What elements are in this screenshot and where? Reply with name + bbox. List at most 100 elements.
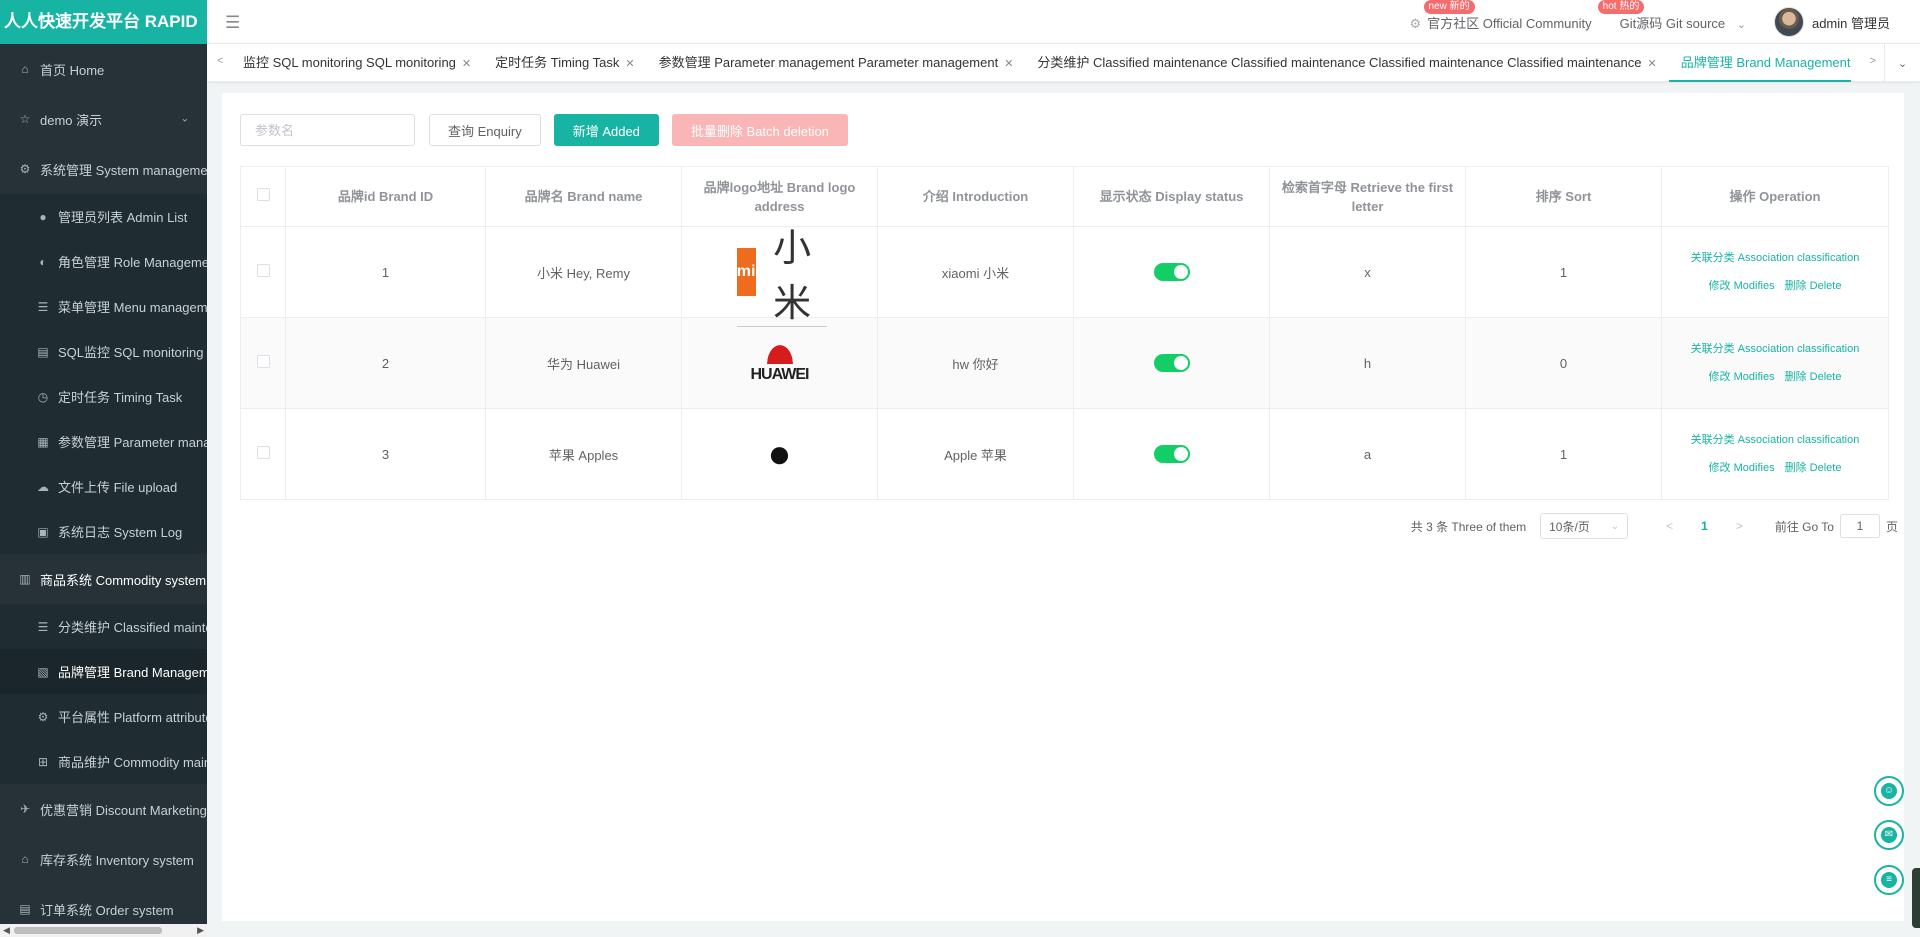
scrollbar-thumb[interactable] bbox=[14, 927, 162, 934]
tab-label: 参数管理 Parameter management Parameter mana… bbox=[658, 55, 999, 70]
column-header[interactable]: 操作 Operation bbox=[1661, 166, 1889, 227]
user-name: admin 管理员 bbox=[1811, 15, 1890, 31]
next-page-icon[interactable]: > bbox=[1736, 519, 1743, 533]
select-all-checkbox[interactable] bbox=[256, 188, 270, 201]
goto-prefix: 前往 Go To bbox=[1774, 519, 1834, 534]
sidebar-item[interactable]: ◷ 定时任务 Timing Task bbox=[0, 374, 207, 419]
current-page[interactable]: 1 bbox=[1701, 519, 1708, 533]
sidebar-item[interactable]: ▤ SQL监控 SQL monitoring bbox=[0, 329, 207, 374]
new-badge: new 新的 bbox=[1423, 0, 1475, 14]
clock-icon: ◷ bbox=[37, 389, 49, 404]
close-icon[interactable]: ✕ bbox=[625, 58, 634, 70]
sql-icon: ▤ bbox=[37, 344, 49, 359]
sidebar-item[interactable]: ☰ 菜单管理 Menu management bbox=[0, 284, 207, 329]
association-classification-link[interactable]: 关联分类 Association classification bbox=[1691, 434, 1860, 446]
column-header[interactable]: 显示状态 Display status bbox=[1073, 166, 1270, 227]
gear-icon: ⚙ bbox=[1409, 15, 1422, 31]
tab[interactable]: 定时任务 Timing Task ✕ bbox=[483, 44, 646, 82]
sidebar-item-label: 商品维护 Commodity maintenance bbox=[58, 755, 207, 770]
sidebar-item-label: 商品系统 Commodity system bbox=[40, 572, 207, 588]
operation-cell: 关联分类 Association classification 修改 Modifi… bbox=[1661, 317, 1889, 409]
sidebar-item[interactable]: ▣ 系统日志 System Log bbox=[0, 509, 207, 554]
sidebar-item[interactable]: ▥ 商品系统 Commodity system bbox=[0, 554, 207, 604]
close-icon[interactable]: ✕ bbox=[1004, 58, 1013, 70]
modify-link[interactable]: 修改 Modifies bbox=[1709, 371, 1775, 383]
git-source-link[interactable]: hot 热的 Git源码 Git source ⌄ bbox=[1597, 0, 1746, 32]
notes-float-button[interactable]: ≡ bbox=[1874, 865, 1904, 895]
display-status-toggle[interactable] bbox=[1153, 354, 1190, 372]
close-icon[interactable]: ✕ bbox=[1647, 58, 1656, 70]
hamburger-menu-icon[interactable]: ☰ bbox=[225, 13, 240, 33]
sidebar-item[interactable]: ⚙ 平台属性 Platform attributes bbox=[0, 694, 207, 739]
table-header-row: 品牌id Brand ID 品牌名 Brand name 品牌logo地址 Br… bbox=[240, 166, 1889, 227]
top-header: ☰ new 新的 ⚙ 官方社区 Official Community hot 热的… bbox=[207, 0, 1920, 44]
side-handle[interactable] bbox=[1912, 868, 1920, 928]
association-classification-link[interactable]: 关联分类 Association classification bbox=[1691, 252, 1860, 264]
modify-link[interactable]: 修改 Modifies bbox=[1709, 462, 1775, 474]
sidebar-horizontal-scrollbar[interactable]: ◀ ▶ bbox=[0, 924, 207, 937]
sidebar-item[interactable]: ☰ 分类维护 Classified maintenance bbox=[0, 604, 207, 649]
tab[interactable]: 品牌管理 Brand Management bbox=[1668, 44, 1851, 82]
tab[interactable]: 监控 SQL monitoring SQL monitoring ✕ bbox=[231, 44, 483, 82]
delete-link[interactable]: 删除 Delete bbox=[1785, 280, 1842, 292]
sidebar-item[interactable]: ⌂ 首页 Home bbox=[0, 44, 207, 94]
sidebar-item[interactable]: ⊞ 商品维护 Commodity maintenance bbox=[0, 739, 207, 784]
table-row: 1 小米 Hey, Remy mi 小米 xiaomi 小米 x 1 关联分类 Associa… bbox=[240, 226, 1889, 325]
chevron-down-icon: ⌄ bbox=[1610, 520, 1620, 532]
row-checkbox[interactable] bbox=[256, 446, 270, 459]
sidebar-item[interactable]: ⌂ 库存系统 Inventory system bbox=[0, 834, 207, 884]
sidebar-item[interactable]: ◐ 角色管理 Role Management bbox=[0, 239, 207, 284]
sidebar-item[interactable]: ☁ 文件上传 File upload bbox=[0, 464, 207, 509]
first-letter-cell: x bbox=[1269, 226, 1466, 318]
add-button[interactable]: 新增 Added bbox=[553, 114, 659, 146]
delete-link[interactable]: 删除 Delete bbox=[1785, 462, 1842, 474]
association-classification-link[interactable]: 关联分类 Association classification bbox=[1691, 343, 1860, 355]
display-status-toggle[interactable] bbox=[1153, 263, 1190, 281]
tab-more-dropdown-icon[interactable]: ⌄ bbox=[1884, 44, 1920, 82]
column-header[interactable]: 检索首字母 Retrieve the first letter bbox=[1269, 166, 1466, 227]
sidebar-item[interactable]: ▦ 参数管理 Parameter management bbox=[0, 419, 207, 464]
column-header[interactable]: 排序 Sort bbox=[1465, 166, 1662, 227]
apple-logo-icon: ● bbox=[767, 431, 792, 476]
sidebar-item[interactable]: ☆ demo 演示 ⌄ bbox=[0, 94, 207, 144]
tab-prev-arrow-icon[interactable]: < bbox=[217, 55, 223, 67]
column-header[interactable]: 品牌id Brand ID bbox=[285, 166, 486, 227]
search-input[interactable] bbox=[240, 114, 415, 146]
tab-bar: < 监控 SQL monitoring SQL monitoring ✕ 定时任务 … bbox=[207, 44, 1920, 82]
prev-page-icon[interactable]: < bbox=[1666, 519, 1673, 533]
sidebar-item[interactable]: ⚙ 系统管理 System management bbox=[0, 144, 207, 194]
sidebar-item[interactable]: ✈ 优惠营销 Discount Marketing bbox=[0, 784, 207, 834]
goto-page-input[interactable] bbox=[1839, 514, 1880, 538]
user-menu[interactable]: admin 管理员 bbox=[1773, 7, 1890, 37]
page-size-select[interactable]: 10条/页 ⌄ bbox=[1540, 513, 1629, 539]
delete-link[interactable]: 删除 Delete bbox=[1785, 371, 1842, 383]
scroll-right-arrow-icon[interactable]: ▶ bbox=[197, 925, 204, 936]
column-header[interactable]: 介绍 Introduction bbox=[877, 166, 1074, 227]
chat-float-button[interactable]: ✉ bbox=[1874, 820, 1904, 850]
row-checkbox[interactable] bbox=[256, 355, 270, 368]
tab[interactable]: 分类维护 Classified maintenance Classified m… bbox=[1025, 44, 1668, 82]
brand-id-cell: 2 bbox=[285, 317, 486, 409]
sidebar-item-label: 文件上传 File upload bbox=[58, 480, 178, 495]
goto-suffix: 页 bbox=[1885, 519, 1898, 534]
sidebar-item[interactable]: ▧ 品牌管理 Brand Management bbox=[0, 649, 207, 694]
star-icon: ☆ bbox=[19, 112, 31, 126]
official-community-link[interactable]: new 新的 ⚙ 官方社区 Official Community bbox=[1409, 0, 1592, 32]
query-button[interactable]: 查询 Enquiry bbox=[429, 114, 541, 146]
tab-next-arrow-icon[interactable]: > bbox=[1870, 55, 1876, 67]
scroll-left-arrow-icon[interactable]: ◀ bbox=[3, 925, 10, 936]
customer-service-float-button[interactable]: ☺ bbox=[1874, 776, 1904, 806]
batch-delete-button[interactable]: 批量删除 Batch deletion bbox=[671, 114, 848, 146]
display-status-toggle[interactable] bbox=[1153, 445, 1190, 463]
tab-label: 监控 SQL monitoring SQL monitoring bbox=[243, 55, 456, 70]
modify-link[interactable]: 修改 Modifies bbox=[1709, 280, 1775, 292]
tab[interactable]: 参数管理 Parameter management Parameter mana… bbox=[647, 44, 1026, 82]
row-checkbox[interactable] bbox=[256, 264, 270, 277]
hot-badge: hot 热的 bbox=[1597, 0, 1645, 14]
column-header[interactable]: 品牌名 Brand name bbox=[485, 166, 682, 227]
brand-logo-cell: ● bbox=[681, 408, 878, 500]
close-icon[interactable]: ✕ bbox=[462, 58, 471, 70]
plane-icon: ✈ bbox=[19, 802, 31, 816]
sidebar-item[interactable]: ● 管理员列表 Admin List bbox=[0, 194, 207, 239]
gear-icon: ⚙ bbox=[19, 162, 31, 176]
